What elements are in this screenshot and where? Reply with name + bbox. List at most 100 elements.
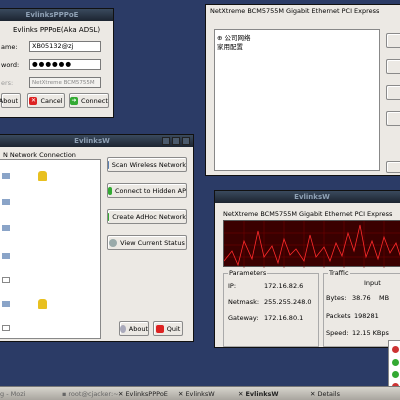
pppoe-about-button[interactable]: About — [0, 93, 21, 108]
traffic-group: Traffic Input Bytes: 38.76 MB 52 Packets… — [323, 269, 400, 347]
connect-hidden-ap-button[interactable]: Connect to Hidden AP — [107, 183, 187, 198]
speed-value: 12.15 KBps — [352, 329, 389, 337]
taskbar-item-label: Details — [317, 390, 340, 398]
bytes-label: Bytes: — [326, 294, 347, 302]
scan-wireless-button[interactable]: Scan Wireless Network — [107, 157, 187, 172]
gateway-value: 172.16.80.1 — [264, 314, 304, 322]
scan-label: Scan Wireless Network — [111, 160, 186, 169]
tray-icon[interactable] — [392, 346, 399, 353]
config-side-button[interactable] — [386, 33, 400, 48]
signal-icon — [2, 325, 10, 331]
tray-icon[interactable] — [392, 371, 399, 378]
adapter-select-value: NetXtreme BCM5755M Gigabit — [32, 80, 95, 86]
signal-icon — [2, 199, 10, 205]
input-header: Input — [364, 279, 381, 287]
bytes-unit: MB — [379, 294, 390, 302]
pppoe-connect-label: Connect — [81, 96, 108, 105]
profile-tree[interactable]: ⊕ 公司网络 家用配置 — [214, 29, 380, 171]
network-list-header: N Network Connection — [3, 151, 76, 159]
wireless-quit-label: Quit — [166, 324, 181, 333]
lock-icon — [38, 171, 47, 181]
taskbar-item[interactable]: ✕ Details — [310, 389, 340, 399]
network-list[interactable] — [0, 159, 101, 339]
app-icon: ✕ — [118, 390, 124, 398]
network-row[interactable] — [0, 250, 100, 264]
bulb-icon — [120, 324, 126, 333]
network-row[interactable] — [0, 196, 100, 210]
signal-icon — [2, 225, 10, 231]
scan-icon — [108, 160, 109, 169]
signal-icon — [2, 301, 10, 307]
status-window: EvlinksW NetXtreme BCM5755M Gigabit Ethe… — [214, 190, 400, 348]
wireless-quit-button[interactable]: Quit — [153, 321, 183, 336]
network-row[interactable] — [0, 322, 100, 336]
pppoe-about-label: About — [0, 96, 18, 105]
network-row[interactable] — [0, 298, 100, 312]
tree-item[interactable]: 家用配置 — [217, 41, 243, 51]
tray-popup — [388, 340, 400, 392]
view-status-button[interactable]: View Current Status — [107, 235, 187, 250]
netmask-label: Netmask: — [228, 298, 260, 306]
config-side-button[interactable] — [386, 161, 400, 173]
netmask-value: 255.255.248.0 — [264, 298, 312, 306]
graph-grid — [224, 221, 400, 268]
pppoe-titlebar[interactable]: EvlinksPPPoE — [0, 9, 113, 21]
taskbar-item-label: EvlinksW — [185, 390, 215, 398]
network-row[interactable] — [0, 222, 100, 236]
config-side-button[interactable] — [386, 59, 400, 74]
app-icon: ✕ — [310, 390, 316, 398]
wireless-titlebar[interactable]: EvlinksW — [0, 135, 193, 147]
gateway-label: Gateway: — [228, 314, 259, 322]
maximize-icon[interactable] — [172, 137, 180, 145]
taskbar-item-label: g - Mozi — [0, 390, 26, 398]
traffic-graph-svg — [224, 221, 400, 268]
app-icon: ✕ — [238, 390, 244, 398]
username-field[interactable]: XB05132@zj — [29, 41, 101, 52]
pppoe-window: EvlinksPPPoE Evlinks PPPoE(Aka ADSL) ame… — [0, 8, 114, 118]
adhoc-label: Create AdHoc Network — [112, 212, 186, 221]
taskbar-item[interactable]: ✕ EvlinksW — [238, 389, 279, 399]
close-icon[interactable] — [182, 137, 190, 145]
traffic-title: Traffic — [328, 269, 350, 277]
speed-label: Speed: — [326, 329, 349, 337]
taskbar: g - Mozi ▪ root@cjacker:~ ✕ EvlinksPPPoE ✕… — [0, 386, 400, 400]
network-row[interactable] — [0, 274, 100, 288]
config-side-button[interactable] — [386, 85, 400, 100]
minimize-icon[interactable] — [162, 137, 170, 145]
password-field[interactable]: ●●●●●● — [29, 59, 101, 70]
connect-arrow-icon: ➜ — [70, 96, 79, 105]
password-label: word: — [1, 61, 20, 69]
cancel-icon — [155, 324, 164, 333]
tray-icon[interactable] — [392, 359, 399, 366]
connect-arrow-icon — [108, 212, 110, 221]
network-row[interactable] — [0, 170, 100, 184]
app-icon: ✕ — [178, 390, 184, 398]
signal-icon — [2, 253, 10, 259]
taskbar-item[interactable]: g - Mozi — [0, 389, 25, 399]
status-titlebar[interactable]: EvlinksW — [215, 191, 400, 203]
ip-value: 172.16.82.6 — [264, 282, 304, 290]
traffic-graph — [223, 220, 400, 268]
create-adhoc-button[interactable]: Create AdHoc Network — [107, 209, 187, 224]
signal-icon — [2, 277, 10, 283]
pppoe-cancel-button[interactable]: ✕ Cancel — [27, 93, 65, 108]
pppoe-cancel-label: Cancel — [40, 96, 63, 105]
wireless-about-button[interactable]: About — [119, 321, 149, 336]
signal-icon — [2, 173, 10, 179]
taskbar-item[interactable]: ▪ root@cjacker:~ — [62, 389, 119, 399]
adapter-select[interactable]: NetXtreme BCM5755M Gigabit — [29, 77, 101, 88]
hidden-ap-label: Connect to Hidden AP — [114, 186, 186, 195]
taskbar-item[interactable]: ✕ EvlinksW — [178, 389, 215, 399]
config-side-button[interactable] — [386, 111, 400, 126]
adapter-label: ers: — [1, 79, 14, 87]
config-titlebar[interactable]: NetXtreme BCM5755M Gigabit Ethernet PCI … — [206, 5, 400, 19]
view-status-label: View Current Status — [120, 238, 185, 247]
config-adapter-name: NetXtreme BCM5755M Gigabit Ethernet PCI … — [210, 7, 380, 15]
ip-label: IP: — [228, 282, 237, 290]
status-title: EvlinksW — [294, 193, 330, 201]
pppoe-connect-button[interactable]: ➜ Connect — [69, 93, 109, 108]
wireless-title: EvlinksW — [74, 137, 110, 145]
parameters-group: Parameters IP: 172.16.82.6 Netmask: 255.… — [223, 269, 319, 347]
app-icon: ▪ — [62, 390, 67, 398]
taskbar-item[interactable]: ✕ EvlinksPPPoE — [118, 389, 168, 399]
